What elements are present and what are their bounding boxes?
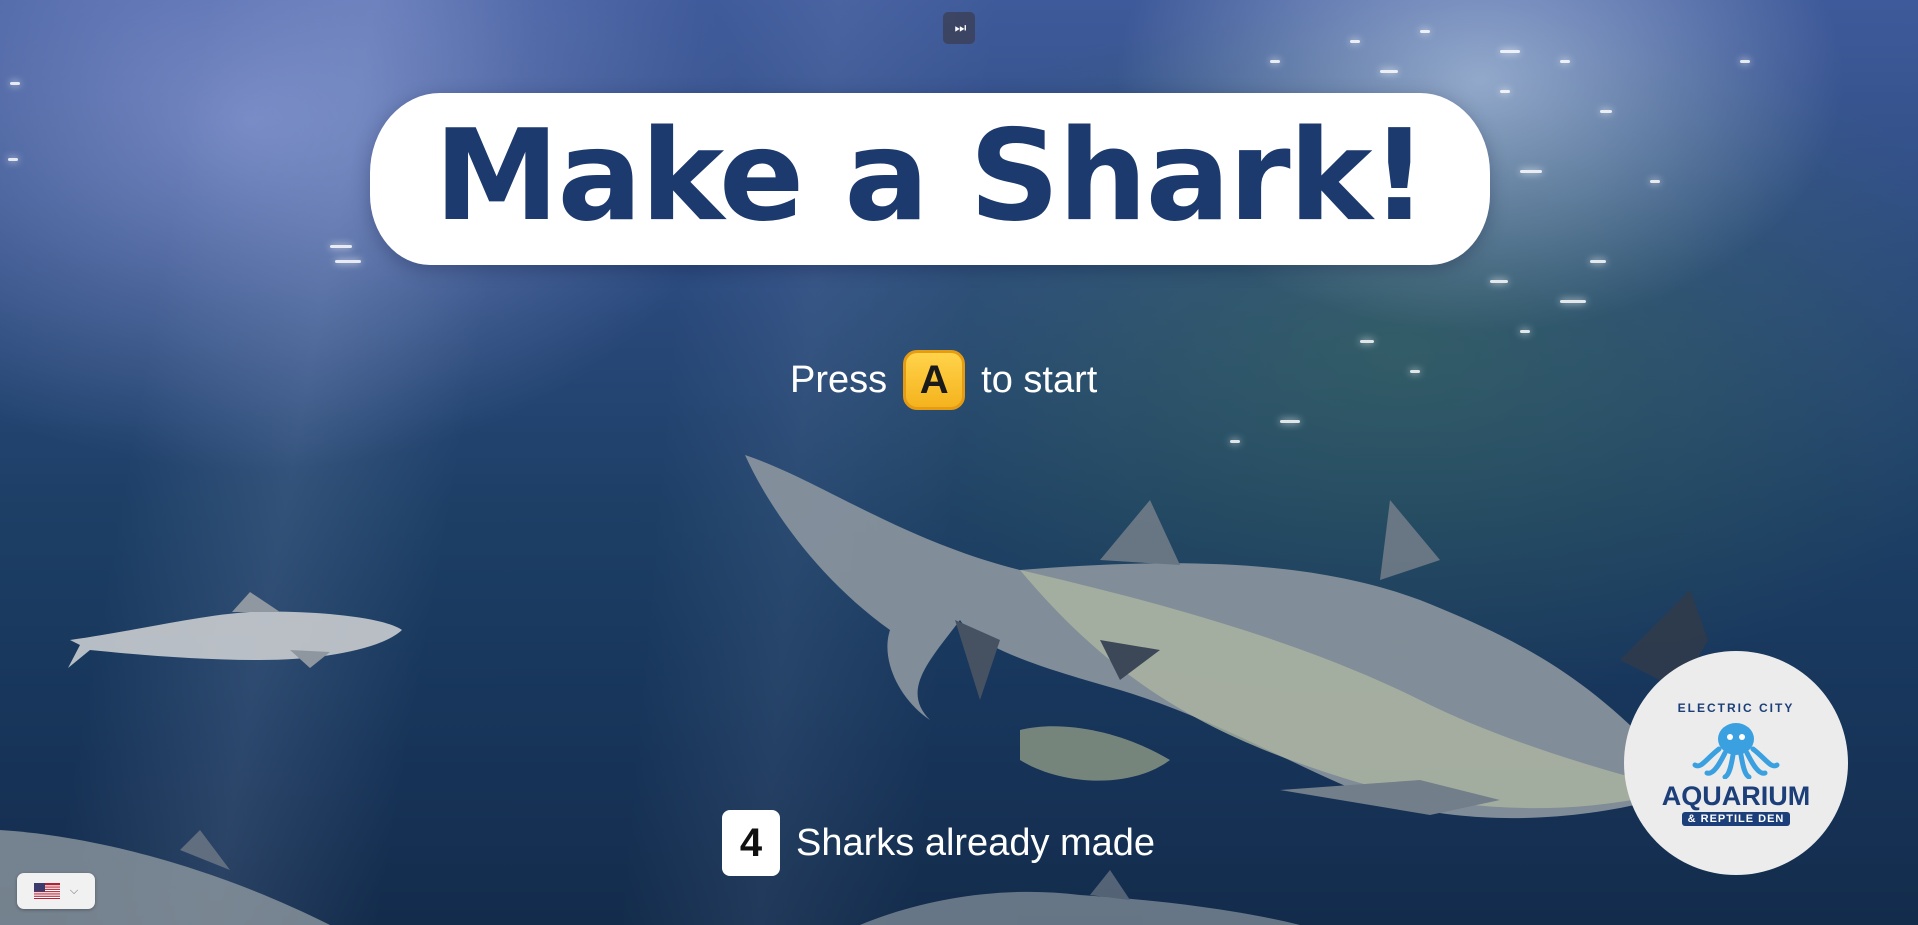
small-fish — [1020, 726, 1170, 781]
skip-button[interactable]: ⏭ — [943, 12, 975, 44]
large-shark — [745, 455, 1708, 819]
skip-icon: ⏭ — [954, 20, 967, 36]
aquarium-logo: ELECTRIC CITY AQUARIUM & REPTILE DEN — [1624, 651, 1848, 875]
game-title: Make a Shark! — [370, 93, 1490, 265]
shark-counter: 4 Sharks already made — [722, 810, 1155, 876]
start-prompt-prefix: Press — [790, 358, 888, 401]
shark-count-label: Sharks already made — [796, 821, 1156, 864]
chevron-down-icon: ⌵ — [69, 884, 79, 897]
octopus-icon — [1692, 722, 1780, 779]
language-selector[interactable]: ⌵ — [17, 873, 95, 909]
small-shark — [68, 592, 402, 668]
a-key-badge[interactable]: A — [903, 350, 966, 410]
start-prompt-suffix: to start — [981, 358, 1098, 401]
bottom-middle-shark — [860, 870, 1300, 925]
us-flag-icon — [33, 883, 60, 899]
start-prompt: Press A to start — [790, 350, 1097, 410]
shark-count-badge: 4 — [722, 810, 780, 876]
logo-main-text: AQUARIUM — [1661, 780, 1811, 811]
logo-sub-text: & REPTILE DEN — [1681, 811, 1791, 826]
title-text: Make a Shark! — [434, 102, 1428, 249]
video-background: ⏭ Make a Shark! Press A to start 4 Shark… — [0, 0, 1918, 925]
logo-arc-text: ELECTRIC CITY — [1677, 700, 1795, 715]
